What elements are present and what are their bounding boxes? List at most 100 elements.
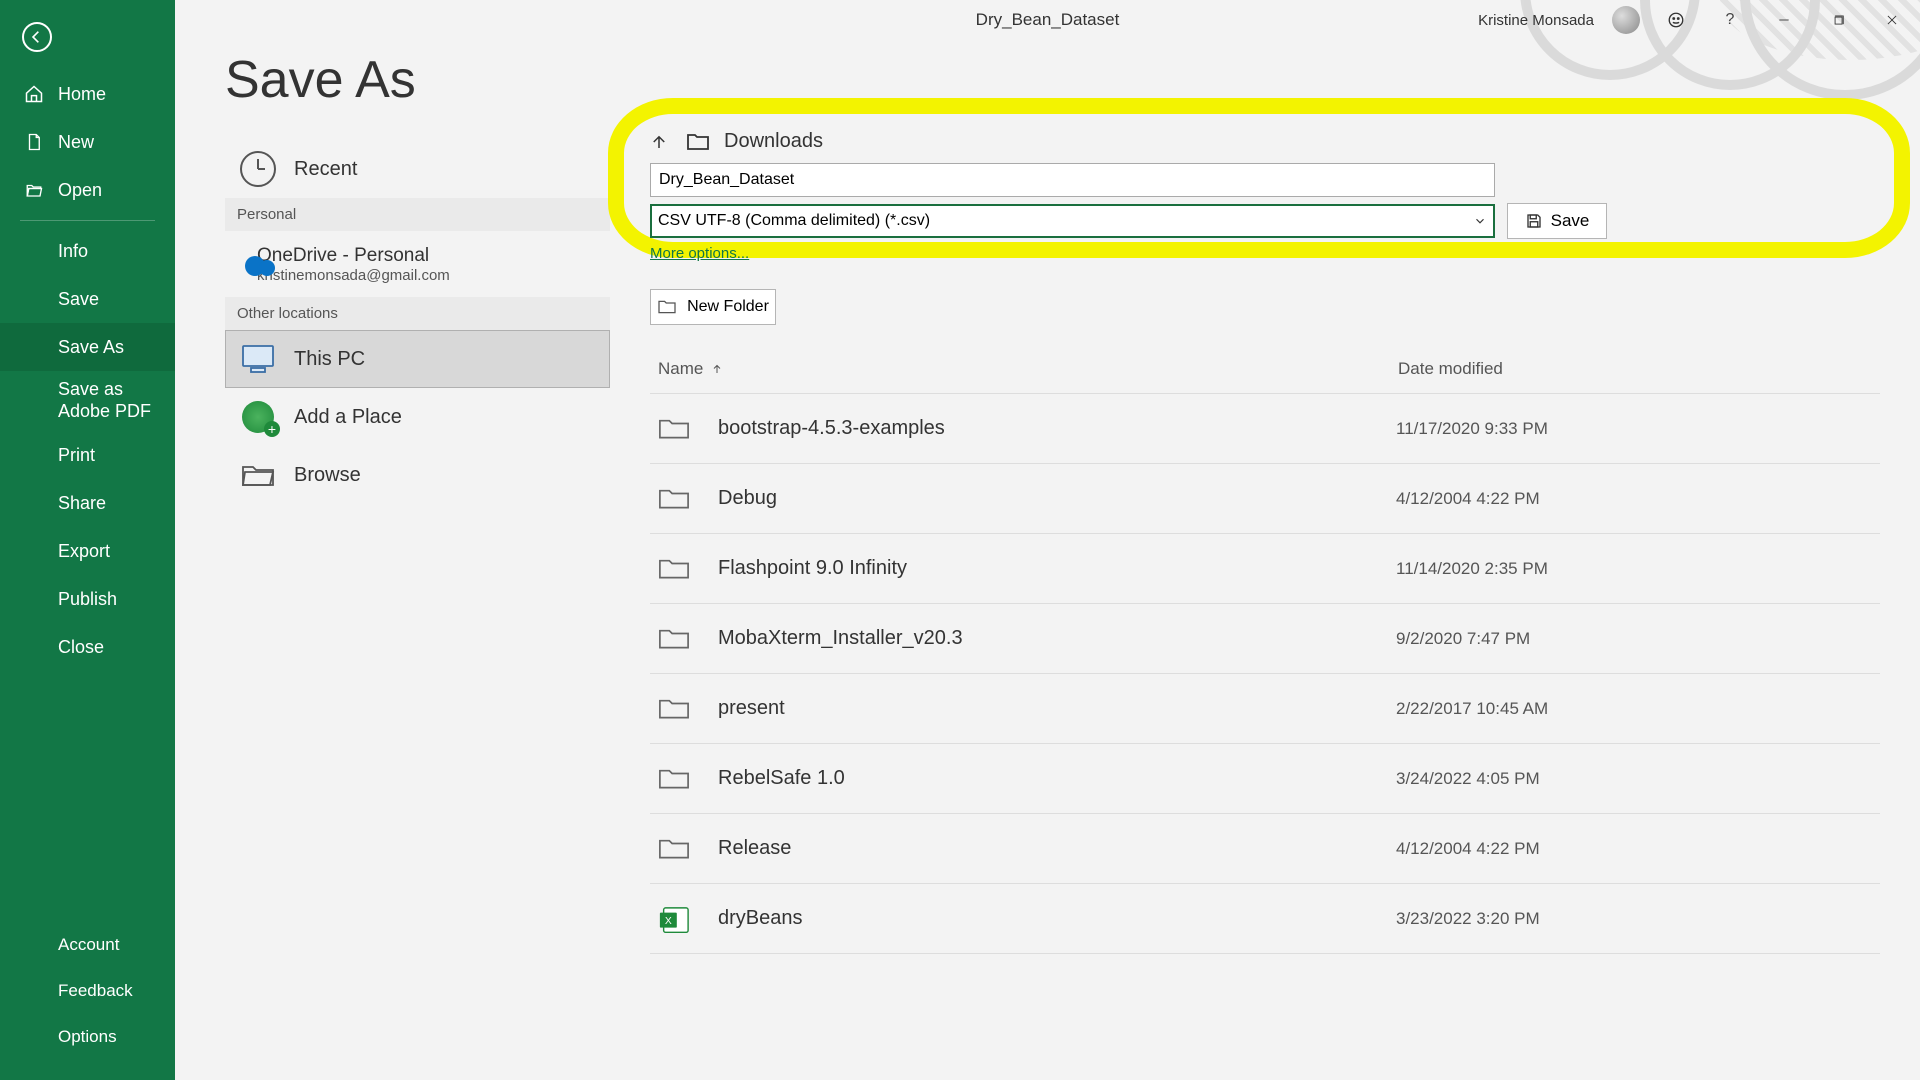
sidebar-item-label: New xyxy=(58,132,94,153)
new-folder-icon xyxy=(657,299,677,315)
save-button-label: Save xyxy=(1551,211,1590,231)
back-button[interactable] xyxy=(22,22,52,52)
filetype-dropdown[interactable]: CSV UTF-8 (Comma delimited) (*.csv) xyxy=(650,204,1495,238)
sidebar-item-info[interactable]: Info xyxy=(0,227,175,275)
sidebar-item-label: Home xyxy=(58,84,106,105)
sidebar-item-label: Close xyxy=(58,637,104,658)
file-row-folder[interactable]: Flashpoint 9.0 Infinity11/14/2020 2:35 P… xyxy=(650,533,1880,603)
title-bar: Dry_Bean_Dataset Kristine Monsada ? xyxy=(175,0,1920,40)
file-name: dryBeans xyxy=(718,907,1396,930)
save-button[interactable]: Save xyxy=(1507,203,1607,239)
file-date: 11/14/2020 2:35 PM xyxy=(1396,559,1548,579)
file-row-folder[interactable]: Debug4/12/2004 4:22 PM xyxy=(650,463,1880,533)
folder-icon xyxy=(658,626,690,652)
folder-icon xyxy=(658,696,690,722)
window-close-icon[interactable] xyxy=(1874,5,1910,35)
folder-icon xyxy=(658,766,690,792)
sidebar-item-label: Save xyxy=(58,289,99,310)
sidebar-item-new[interactable]: New xyxy=(0,118,175,166)
location-browse[interactable]: Browse xyxy=(225,446,610,504)
current-folder-name[interactable]: Downloads xyxy=(724,130,823,153)
sidebar-item-label: Print xyxy=(58,445,95,466)
sidebar-item-adobe-pdf[interactable]: Save as Adobe PDF xyxy=(0,371,175,431)
sidebar-item-publish[interactable]: Publish xyxy=(0,575,175,623)
sidebar-item-export[interactable]: Export xyxy=(0,527,175,575)
window-minimize-icon[interactable] xyxy=(1766,5,1802,35)
sidebar-item-saveas[interactable]: Save As xyxy=(0,323,175,371)
more-options-link[interactable]: More options... xyxy=(650,245,749,262)
sidebar-item-home[interactable]: Home xyxy=(0,70,175,118)
file-row-excel[interactable]: XdryBeans3/23/2022 3:20 PM xyxy=(650,883,1880,953)
column-header-name[interactable]: Name xyxy=(658,359,1398,379)
file-row-folder[interactable]: MobaXterm_Installer_v20.39/2/2020 7:47 P… xyxy=(650,603,1880,673)
backstage-sidebar: Home New Open Info Save Save As Save as … xyxy=(0,0,175,1080)
sidebar-item-account[interactable]: Account xyxy=(0,922,175,968)
clock-icon xyxy=(240,151,276,187)
column-header-label: Name xyxy=(658,359,703,379)
save-disk-icon xyxy=(1525,212,1543,230)
sidebar-separator xyxy=(20,220,155,221)
svg-text:X: X xyxy=(665,915,672,926)
onedrive-title: OneDrive - Personal xyxy=(257,245,450,267)
file-date: 4/12/2004 4:22 PM xyxy=(1396,839,1540,859)
file-name: Debug xyxy=(718,487,1396,510)
sidebar-item-label: Open xyxy=(58,180,102,201)
sidebar-item-label: Export xyxy=(58,541,110,562)
up-one-level-button[interactable] xyxy=(650,131,672,153)
section-header-other: Other locations xyxy=(225,297,610,330)
file-row-folder[interactable]: RebelSafe 1.03/24/2022 4:05 PM xyxy=(650,743,1880,813)
save-panel: Downloads CSV UTF-8 (Comma delimited) (*… xyxy=(650,130,1880,954)
file-date: 3/23/2022 3:20 PM xyxy=(1396,909,1540,929)
location-this-pc[interactable]: This PC xyxy=(225,330,610,388)
location-label: Add a Place xyxy=(294,406,402,429)
sidebar-item-label: Save As xyxy=(58,337,124,358)
document-title: Dry_Bean_Dataset xyxy=(976,10,1120,30)
avatar[interactable] xyxy=(1612,6,1640,34)
sidebar-item-label: Account xyxy=(58,935,119,955)
chevron-down-icon xyxy=(1473,214,1487,228)
sidebar-item-close[interactable]: Close xyxy=(0,623,175,671)
sidebar-item-label: Publish xyxy=(58,589,117,610)
file-row-folder[interactable]: bootstrap-4.5.3-examples11/17/2020 9:33 … xyxy=(650,393,1880,463)
location-recent[interactable]: Recent xyxy=(225,140,610,198)
column-header-date[interactable]: Date modified xyxy=(1398,359,1872,379)
file-row-folder[interactable]: present2/22/2017 10:45 AM xyxy=(650,673,1880,743)
sidebar-item-label: Share xyxy=(58,493,106,514)
sidebar-item-label: Feedback xyxy=(58,981,133,1001)
sidebar-item-print[interactable]: Print xyxy=(0,431,175,479)
location-onedrive[interactable]: OneDrive - Personal kristinemonsada@gmai… xyxy=(225,231,610,297)
location-add-place[interactable]: Add a Place xyxy=(225,388,610,446)
help-icon[interactable]: ? xyxy=(1712,5,1748,35)
filetype-value: CSV UTF-8 (Comma delimited) (*.csv) xyxy=(658,212,930,230)
folder-open-icon xyxy=(24,181,44,199)
onedrive-email: kristinemonsada@gmail.com xyxy=(257,267,450,284)
section-header-personal: Personal xyxy=(225,198,610,231)
new-folder-button[interactable]: New Folder xyxy=(650,289,776,325)
file-name: Release xyxy=(718,837,1396,860)
user-name: Kristine Monsada xyxy=(1478,12,1594,29)
file-row-folder[interactable]: Release4/12/2004 4:22 PM xyxy=(650,813,1880,883)
sidebar-item-label: Options xyxy=(58,1027,117,1047)
file-name: bootstrap-4.5.3-examples xyxy=(718,417,1396,440)
sidebar-item-feedback[interactable]: Feedback xyxy=(0,968,175,1014)
emoji-feedback-icon[interactable] xyxy=(1658,5,1694,35)
folder-icon xyxy=(658,836,690,862)
sidebar-item-label: Info xyxy=(58,241,88,262)
folder-icon xyxy=(240,457,276,493)
folder-icon xyxy=(686,132,710,152)
location-label: This PC xyxy=(294,348,365,371)
sidebar-item-open[interactable]: Open xyxy=(0,166,175,214)
home-icon xyxy=(24,84,44,104)
file-date: 9/2/2020 7:47 PM xyxy=(1396,629,1530,649)
file-date: 11/17/2020 9:33 PM xyxy=(1396,419,1548,439)
sidebar-item-share[interactable]: Share xyxy=(0,479,175,527)
window-restore-icon[interactable] xyxy=(1820,5,1856,35)
location-label: Browse xyxy=(294,464,361,487)
file-icon xyxy=(24,132,44,152)
sidebar-item-options[interactable]: Options xyxy=(0,1014,175,1060)
sort-ascending-icon xyxy=(711,361,723,377)
folder-icon xyxy=(658,486,690,512)
filename-input[interactable] xyxy=(650,163,1495,197)
sidebar-item-save[interactable]: Save xyxy=(0,275,175,323)
this-pc-icon xyxy=(240,341,276,377)
